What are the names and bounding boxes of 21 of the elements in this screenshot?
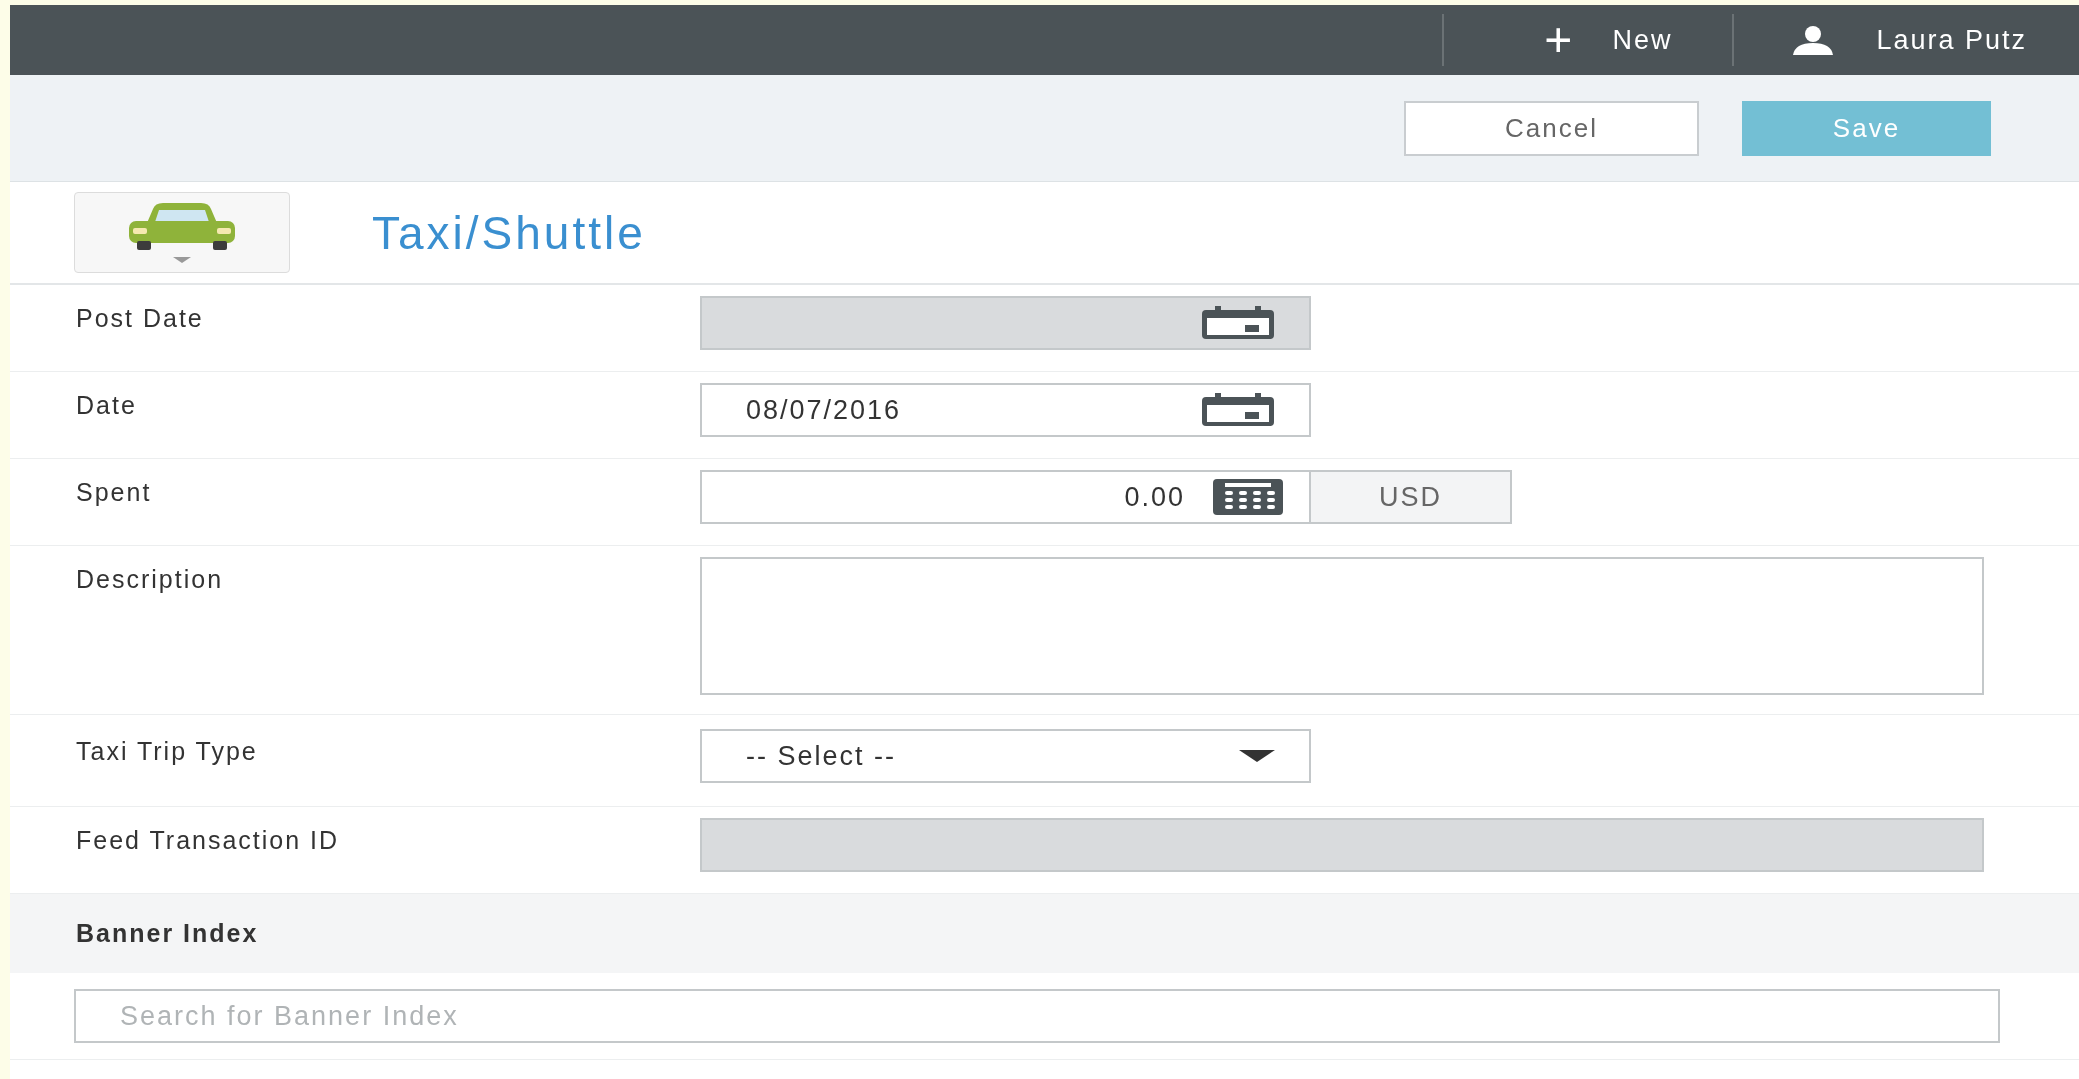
date-field[interactable]: 08/07/2016 xyxy=(700,383,1311,437)
calculator-icon[interactable] xyxy=(1213,479,1283,515)
description-field[interactable] xyxy=(700,557,1984,695)
select-dropdown[interactable]: -- Select -- xyxy=(700,729,1311,783)
amount-field[interactable]: 0.00 xyxy=(700,470,1311,524)
page-title: Taxi/Shuttle xyxy=(372,205,646,260)
plus-icon: + xyxy=(1544,16,1573,64)
field-label: Date xyxy=(75,390,138,420)
calendar-icon[interactable] xyxy=(1201,393,1275,427)
caret-icon xyxy=(1239,750,1275,762)
new-button[interactable]: + New xyxy=(1444,5,1733,75)
field-label: Description xyxy=(75,564,225,594)
user-menu[interactable]: Laura Putz xyxy=(1734,5,2079,75)
currency-label: USD xyxy=(1311,470,1512,524)
cancel-button[interactable]: Cancel xyxy=(1404,100,1699,156)
field-label: Taxi Trip Type xyxy=(75,736,259,766)
field-label: Spent xyxy=(75,477,153,507)
search-field[interactable]: Search for Banner Index xyxy=(74,989,2000,1043)
field-label: Post Date xyxy=(75,303,205,333)
field-label: Feed Transaction ID xyxy=(75,825,341,855)
section-heading: Banner Index xyxy=(10,894,2079,973)
